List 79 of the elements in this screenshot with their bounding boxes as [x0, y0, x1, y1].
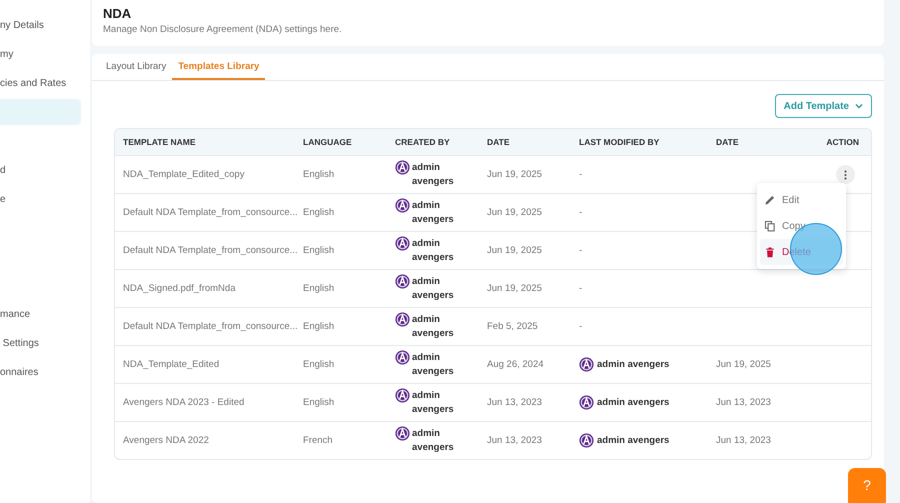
avatar-icon — [579, 357, 594, 372]
sidebar-item[interactable]: d — [0, 157, 81, 183]
caret-icon — [855, 103, 863, 109]
tab[interactable]: Layout Library — [100, 61, 172, 80]
table-cell-text: Jun 19, 2025 — [487, 283, 543, 294]
pencil-icon — [764, 194, 776, 206]
table-cell-text: Jun 19, 2025 — [487, 245, 543, 256]
user-name: admin avengers — [412, 236, 455, 264]
column-header: TEMPLATE NAME — [123, 137, 197, 147]
avatar-icon — [395, 388, 410, 402]
table-cell-text: English — [303, 397, 336, 408]
table-cell-text: Avengers NDA 2022 — [123, 435, 210, 446]
user-name: admin avengers — [412, 350, 455, 378]
table-cell-text: French — [303, 435, 334, 446]
sidebar-item[interactable]: Settings — [0, 330, 81, 356]
table-cell-text: NDA_Signed.pdf_fromNda — [123, 283, 236, 294]
column-header: LANGUAGE — [303, 137, 353, 147]
table-cell-text: - — [579, 245, 584, 256]
page-title: NDA — [103, 6, 132, 21]
avatar-icon — [579, 395, 594, 410]
table-cell-text: NDA_Template_Edited — [123, 359, 220, 370]
table-cell-text: - — [579, 321, 584, 332]
trash-icon — [764, 246, 776, 258]
table-cell-text: English — [303, 283, 336, 294]
avatar-icon — [395, 274, 410, 288]
avatar-icon — [395, 236, 410, 250]
table-cell-text: Jun 19, 2025 — [716, 359, 772, 370]
table-cell-text: Jun 13, 2023 — [716, 397, 772, 408]
table-cell-text: - — [579, 283, 584, 294]
user-name: admin avengers — [597, 359, 670, 370]
avatar-icon — [395, 350, 410, 364]
table-cell-text: Jun 19, 2025 — [487, 169, 543, 180]
table-cell-text: Feb 5, 2025 — [487, 321, 539, 332]
column-header: CREATED BY — [395, 137, 451, 147]
avatar-icon — [395, 198, 410, 212]
avatar-icon — [395, 312, 410, 326]
table-cell-text: Jun 19, 2025 — [487, 207, 543, 218]
table-cell-text: Jun 13, 2023 — [716, 435, 772, 446]
page-subtitle: Manage Non Disclosure Agreement (NDA) settings here. — [103, 24, 343, 35]
copy-icon — [764, 220, 776, 232]
user-name: admin avengers — [412, 388, 455, 416]
table-cell-text: English — [303, 245, 336, 256]
column-header: LAST MODIFIED BY — [579, 137, 660, 147]
column-header: ACTION — [825, 137, 860, 147]
table-cell-text: - — [579, 169, 584, 180]
user-name: admin avengers — [412, 312, 455, 340]
user-name: admin avengers — [412, 160, 455, 188]
user-name: admin avengers — [412, 426, 455, 454]
user-name: admin avengers — [412, 198, 455, 226]
avatar-icon — [395, 426, 410, 440]
sidebar-item[interactable]: e — [0, 186, 81, 212]
sidebar-item[interactable]: ny Details — [0, 12, 81, 38]
table-cell-text: Jun 13, 2023 — [487, 435, 543, 446]
table-cell-text: Default NDA Template_from_consource... — [123, 207, 299, 218]
table-cell-text: - — [579, 207, 584, 218]
column-header: DATE — [716, 137, 740, 147]
sidebar-item[interactable]: mance — [0, 301, 81, 327]
menu-item[interactable]: Edit — [760, 187, 843, 213]
table-cell-text: NDA_Template_Edited_copy — [123, 169, 246, 180]
table-cell-text: English — [303, 321, 336, 332]
column-header: DATE — [487, 137, 511, 147]
table-cell-text: English — [303, 169, 336, 180]
table-cell-text: Avengers NDA 2023 - Edited — [123, 397, 246, 408]
table-cell-text: Default NDA Template_from_consource... — [123, 245, 299, 256]
more-icon — [844, 170, 847, 180]
more-options-button[interactable] — [836, 165, 855, 184]
user-name: admin avengers — [597, 397, 670, 408]
user-name: admin avengers — [597, 435, 670, 446]
sidebar-item[interactable]: my — [0, 41, 81, 67]
sidebar-item[interactable]: cies and Rates — [0, 70, 81, 96]
table-cell-text: English — [303, 359, 336, 370]
table-cell-text: Default NDA Template_from_consource... — [123, 321, 299, 332]
sidebar-item[interactable]: onnaires — [0, 359, 81, 385]
avatar-icon — [579, 433, 594, 448]
user-name: admin avengers — [412, 274, 455, 302]
table-cell-text: Jun 13, 2023 — [487, 397, 543, 408]
table-cell-text: English — [303, 207, 336, 218]
table-cell-text: Aug 26, 2024 — [487, 359, 545, 370]
avatar-icon — [395, 160, 410, 174]
